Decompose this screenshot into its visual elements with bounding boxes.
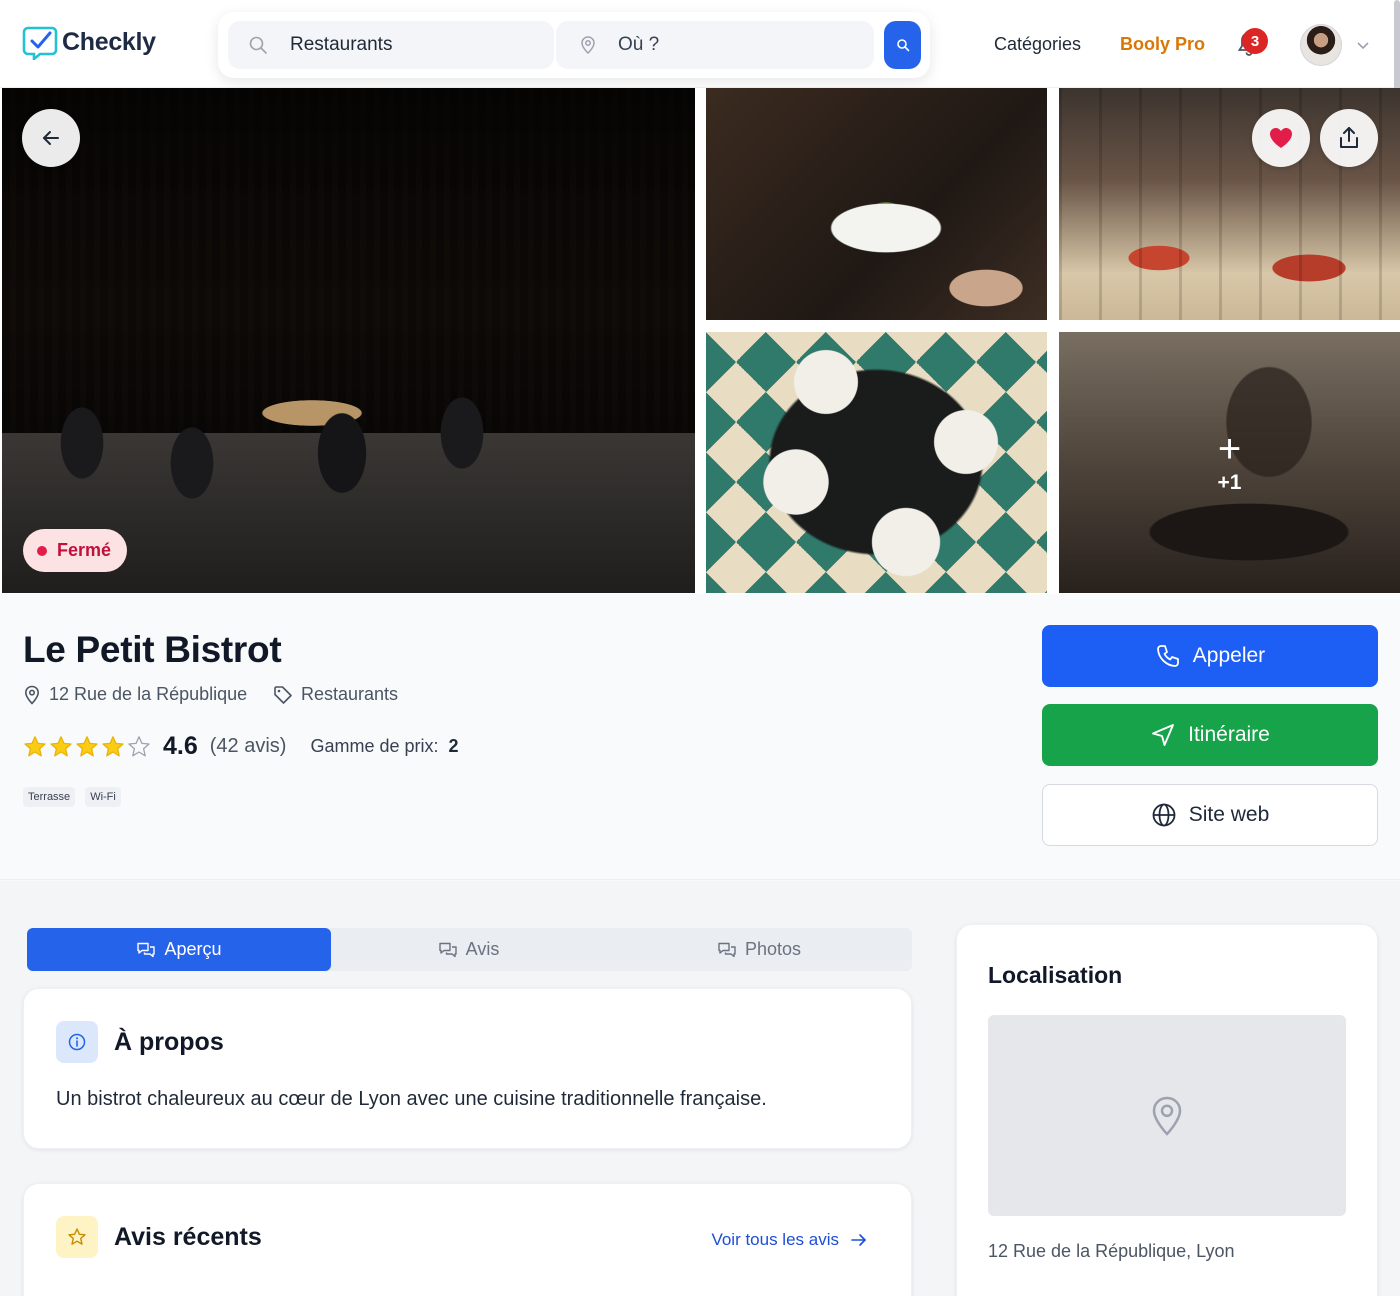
reviews-title: Avis récents	[114, 1222, 262, 1251]
call-button[interactable]: Appeler	[1042, 625, 1378, 687]
back-button[interactable]	[22, 109, 80, 167]
place-category[interactable]: Restaurants	[273, 684, 398, 705]
website-button-label: Site web	[1188, 803, 1270, 826]
search-where-input[interactable]	[618, 34, 848, 56]
location-title: Localisation	[988, 962, 1123, 988]
info-icon	[68, 1033, 86, 1051]
heart-icon	[1270, 128, 1292, 148]
tab-reviews[interactable]: Avis	[331, 928, 606, 971]
search-what-input[interactable]	[290, 34, 520, 56]
star-icon-box	[56, 1216, 98, 1258]
star-empty-icon	[128, 735, 150, 756]
recent-reviews-card: Avis récents Voir tous les avis	[23, 1183, 912, 1296]
place-info: Le Petit Bistrot 12 Rue de la République…	[0, 594, 1400, 880]
avatar[interactable]	[1300, 24, 1342, 66]
chat-bubbles-icon	[718, 942, 736, 957]
price-range-label: Gamme de prix:	[310, 736, 439, 756]
location-pin-icon	[24, 685, 40, 705]
arrow-right-icon	[851, 1234, 866, 1246]
location-pin-icon	[581, 36, 595, 55]
status-text: Fermé	[57, 540, 112, 560]
about-title: À propos	[114, 1027, 224, 1056]
amenity-tags: Terrasse Wi-Fi	[23, 787, 121, 807]
tab-overview[interactable]: Aperçu	[27, 928, 331, 971]
rating-row: 4.6 (42 avis) Gamme de prix: 2	[23, 732, 459, 761]
tab-label: Avis	[465, 939, 500, 959]
search-icon	[249, 36, 267, 54]
price-range-value: 2	[448, 736, 459, 756]
star-rating	[23, 735, 151, 759]
chat-bubbles-icon	[137, 942, 156, 957]
star-filled-icon	[24, 735, 46, 756]
map-placeholder[interactable]	[988, 1015, 1346, 1216]
tab-bar: Aperçu Avis Photos	[27, 928, 912, 971]
nav-pro-link[interactable]: Booly Pro	[1120, 34, 1205, 55]
search-what-field[interactable]	[228, 21, 554, 69]
info-icon-box	[56, 1021, 98, 1063]
star-filled-icon	[50, 735, 72, 756]
more-photos-overlay[interactable]: + +1	[1059, 332, 1400, 593]
tag-icon	[274, 685, 292, 704]
search-button[interactable]	[884, 21, 921, 69]
gallery-photo-dish[interactable]	[706, 88, 1047, 320]
tab-label: Photos	[744, 939, 802, 959]
place-address: 12 Rue de la République	[23, 684, 247, 705]
star-icon	[68, 1228, 86, 1245]
share-icon	[1340, 127, 1358, 148]
about-card: À propos Un bistrot chaleureux au cœur d…	[23, 988, 912, 1149]
phone-icon	[1156, 645, 1179, 667]
arrow-left-icon	[43, 131, 59, 145]
see-all-reviews-label: Voir tous les avis	[711, 1230, 839, 1249]
tab-label: Aperçu	[164, 939, 222, 959]
logo[interactable]: Checkly	[22, 24, 156, 60]
main-photo[interactable]	[2, 88, 695, 593]
top-navbar: Checkly Catégories Booly Pro 3	[0, 0, 1400, 330]
website-button[interactable]: Site web	[1042, 784, 1378, 846]
about-header: À propos	[56, 1021, 224, 1063]
search-icon	[896, 39, 909, 52]
main-photo-furniture	[42, 383, 602, 533]
share-button[interactable]	[1320, 109, 1378, 167]
more-photos-count: +1	[1217, 470, 1242, 494]
nav-categories-link[interactable]: Catégories	[994, 34, 1081, 55]
navigation-arrow-icon	[1152, 724, 1175, 746]
search-bar	[218, 12, 930, 78]
notification-badge: 3	[1242, 28, 1268, 54]
photo-gallery: + +1 Fermé	[0, 88, 1400, 594]
place-address-text: 12 Rue de la République	[49, 684, 248, 704]
logo-check-icon	[22, 26, 58, 60]
logo-text: Checkly	[62, 27, 156, 56]
amenity-tag: Wi-Fi	[85, 787, 121, 807]
status-dot-icon	[37, 545, 47, 556]
star-filled-icon	[102, 735, 124, 756]
gallery-photo-more[interactable]: + +1	[1059, 332, 1400, 593]
directions-button-label: Itinéraire	[1188, 723, 1270, 746]
about-text: Un bistrot chaleureux au cœur de Lyon av…	[56, 1088, 767, 1110]
call-button-label: Appeler	[1192, 644, 1266, 667]
chevron-down-icon[interactable]	[1356, 38, 1370, 52]
location-card: Localisation 12 Rue de la République, Ly…	[956, 924, 1378, 1296]
star-filled-icon	[76, 735, 98, 756]
gallery-photo-table-food[interactable]	[706, 332, 1047, 593]
tab-photos[interactable]: Photos	[606, 928, 912, 971]
globe-icon	[1152, 803, 1176, 827]
status-badge: Fermé	[23, 529, 128, 572]
reviews-header: Avis récents	[56, 1216, 262, 1258]
rating-value: 4.6	[163, 732, 198, 760]
favorite-button[interactable]	[1252, 109, 1310, 167]
search-where-field[interactable]	[556, 21, 874, 69]
details-section: Aperçu Avis Photos À propos Un bistrot c…	[0, 881, 1400, 1296]
page-title: Le Petit Bistrot	[23, 629, 282, 670]
directions-button[interactable]: Itinéraire	[1042, 704, 1378, 766]
review-count[interactable]: (42 avis)	[210, 735, 287, 758]
plus-icon: +	[1217, 426, 1242, 471]
see-all-reviews-link[interactable]: Voir tous les avis	[711, 1230, 867, 1250]
place-category-text: Restaurants	[301, 684, 399, 704]
chat-bubbles-icon	[438, 942, 457, 957]
location-address: 12 Rue de la République, Lyon	[988, 1241, 1235, 1261]
amenity-tag: Terrasse	[23, 787, 76, 807]
map-pin-icon	[1152, 1096, 1182, 1136]
